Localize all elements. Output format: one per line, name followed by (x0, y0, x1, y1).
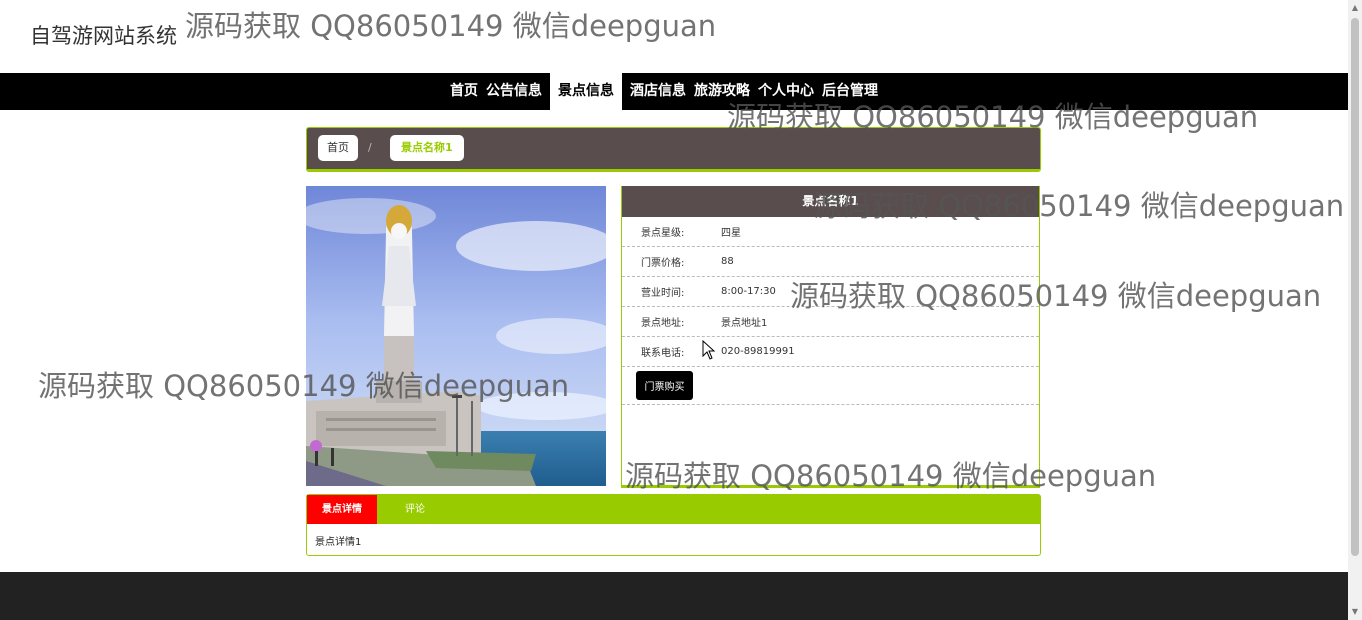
tabs-bar: 景点详情 评论 (307, 495, 1040, 524)
tab-comments[interactable]: 评论 (393, 495, 437, 524)
info-label: 景点星级: (641, 228, 685, 239)
nav-admin[interactable]: 后台管理 (818, 73, 882, 110)
info-value: 四星 (721, 228, 741, 239)
nav-personal-center[interactable]: 个人中心 (754, 73, 818, 110)
nav-travel-guides[interactable]: 旅游攻略 (690, 73, 754, 110)
buy-ticket-button[interactable]: 门票购买 (636, 371, 693, 400)
scroll-up-icon[interactable]: ▲ (1348, 0, 1362, 16)
breadcrumb-separator: / (368, 141, 372, 154)
breadcrumb-home[interactable]: 首页 (318, 135, 358, 161)
info-row-ticket-price: 门票价格: 88 (622, 247, 1039, 277)
info-row-star-level: 景点星级: 四星 (622, 217, 1039, 247)
info-row-address: 景点地址: 景点地址1 (622, 307, 1039, 337)
main-navbar: 首页 公告信息 景点信息 酒店信息 旅游攻略 个人中心 后台管理 (0, 73, 1348, 110)
breadcrumb-current: 景点名称1 (390, 135, 464, 161)
info-label: 景点地址: (641, 318, 685, 329)
site-title: 自驾游网站系统 (30, 24, 177, 48)
scroll-down-icon[interactable]: ▼ (1348, 604, 1362, 620)
scrollbar-thumb[interactable] (1351, 18, 1359, 556)
tab-content: 景点详情1 (315, 537, 362, 548)
info-value: 88 (721, 256, 734, 267)
attraction-info-panel: 景点名称1 景点星级: 四星 门票价格: 88 营业时间: 8:00-17:30… (621, 186, 1040, 488)
breadcrumb: 首页 / 景点名称1 (306, 127, 1041, 172)
nav-attractions[interactable]: 景点信息 (550, 73, 622, 110)
tab-details[interactable]: 景点详情 (307, 495, 377, 524)
info-row-opening-hours: 营业时间: 8:00-17:30 (622, 277, 1039, 307)
buy-row: 门票购买 (622, 367, 1039, 405)
info-value: 020-89819991 (721, 346, 795, 357)
mouse-cursor-icon (702, 340, 716, 360)
detail-tabs: 景点详情 评论 景点详情1 (306, 494, 1041, 556)
attraction-photo (306, 186, 606, 486)
scrollbar[interactable]: ▲ ▼ (1348, 0, 1362, 620)
nav-hotels[interactable]: 酒店信息 (626, 73, 690, 110)
nav-announcements[interactable]: 公告信息 (482, 73, 546, 110)
info-label: 门票价格: (641, 258, 685, 269)
nav-home[interactable]: 首页 (446, 73, 482, 110)
info-label: 营业时间: (641, 288, 685, 299)
footer (0, 572, 1348, 620)
info-value: 景点地址1 (721, 318, 768, 329)
info-value: 8:00-17:30 (721, 286, 776, 297)
watermark: 源码获取 QQ86050149 微信deepguan (185, 9, 717, 43)
info-row-phone: 联系电话: 020-89819991 (622, 337, 1039, 367)
attraction-name-header: 景点名称1 (622, 186, 1039, 217)
